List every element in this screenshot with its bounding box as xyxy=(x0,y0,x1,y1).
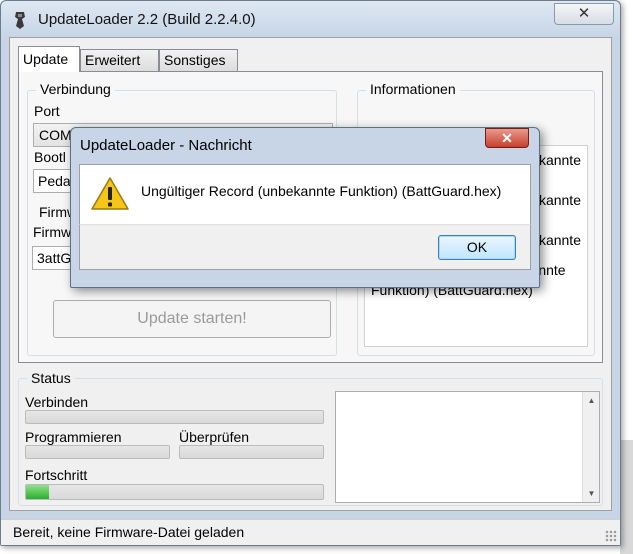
connect-label: Verbinden xyxy=(25,394,89,410)
tab-erweitert[interactable]: Erweitert xyxy=(80,49,159,72)
progress-label: Fortschritt xyxy=(25,467,88,483)
overall-progress-fill xyxy=(26,485,50,499)
title-bar[interactable]: UpdateLoader 2.2 (Build 2.2.4.0) ✕ xyxy=(1,1,620,37)
warning-icon xyxy=(91,177,129,210)
ok-button[interactable]: OK xyxy=(438,235,516,260)
verify-label: Überprüfen xyxy=(179,429,250,445)
dialog-close-button[interactable]: ✕ xyxy=(485,128,529,148)
information-legend: Informationen xyxy=(366,81,460,97)
status-legend: Status xyxy=(27,370,75,386)
connect-progress-bar xyxy=(25,410,324,424)
scroll-down-icon[interactable]: ▼ xyxy=(583,485,600,502)
desktop-background xyxy=(620,440,633,554)
port-label: Port xyxy=(34,103,60,119)
resize-grip-icon[interactable] xyxy=(605,530,617,542)
app-icon xyxy=(15,12,25,29)
scroll-up-icon[interactable]: ▲ xyxy=(583,392,600,409)
close-icon: ✕ xyxy=(577,5,591,22)
dialog-footer: OK xyxy=(79,224,531,270)
status-group: Status Verbinden Programmieren Überprüfe… xyxy=(18,370,603,506)
close-icon: ✕ xyxy=(501,130,513,146)
status-bar: Bereit, keine Firmware-Datei geladen xyxy=(1,519,620,545)
message-dialog: UpdateLoader - Nachricht ✕ Ungültiger Re… xyxy=(70,127,540,288)
overall-progress-bar xyxy=(25,484,324,500)
dialog-message: Ungültiger Record (unbekannte Funktion) … xyxy=(141,183,502,199)
tab-sonstiges[interactable]: Sonstiges xyxy=(159,49,238,72)
status-log-scrollbar[interactable]: ▲ ▼ xyxy=(582,392,599,502)
window-title: UpdateLoader 2.2 (Build 2.2.4.0) xyxy=(38,11,256,28)
status-log[interactable]: ▲ ▼ xyxy=(335,391,600,503)
dialog-title: UpdateLoader - Nachricht xyxy=(80,137,252,154)
dialog-body: Ungültiger Record (unbekannte Funktion) … xyxy=(79,164,531,225)
bootloader-label: Bootl xyxy=(34,149,66,165)
connection-legend: Verbindung xyxy=(36,81,115,97)
close-button[interactable]: ✕ xyxy=(554,3,614,25)
program-label: Programmieren xyxy=(25,429,122,445)
status-bar-text: Bereit, keine Firmware-Datei geladen xyxy=(13,524,245,540)
firmware-file-label: Firmw xyxy=(33,224,72,240)
verify-progress-bar xyxy=(179,445,324,459)
program-progress-bar xyxy=(25,445,170,459)
update-start-button[interactable]: Update starten! xyxy=(53,300,331,338)
tab-update[interactable]: Update xyxy=(18,46,80,72)
